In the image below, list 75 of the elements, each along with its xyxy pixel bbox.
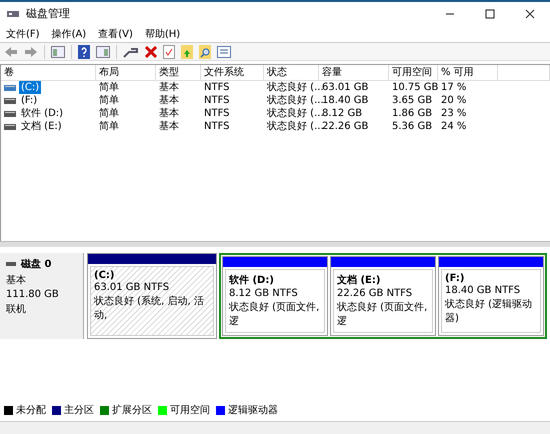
- table-cell-text: 简单: [98, 81, 120, 94]
- panel-icon[interactable]: [51, 46, 65, 58]
- partition-size: 8.12 GB NTFS: [229, 288, 299, 300]
- column-header[interactable]: % 可用: [438, 65, 498, 80]
- menu-item[interactable]: 操作(A): [52, 26, 86, 41]
- panel-icon[interactable]: [96, 46, 110, 58]
- legend-label: 逻辑驱动器: [228, 404, 278, 418]
- back-arrow-icon[interactable]: [4, 46, 18, 58]
- table-cell-text: 20 %: [440, 94, 468, 108]
- table-cell-text: 简单: [98, 107, 120, 120]
- volume-name[interactable]: 文档 (E:): [19, 120, 64, 134]
- partition-size: 18.40 GB NTFS: [445, 285, 522, 296]
- volume-name[interactable]: (C:): [19, 81, 42, 94]
- table-cell-text: NTFS: [203, 120, 231, 134]
- table-cell-text: 24 %: [440, 120, 468, 134]
- table-cell-text: 基本: [158, 94, 180, 108]
- table-cell-text: 5.36 GB: [391, 120, 434, 134]
- window-title: 磁盘管理: [26, 6, 70, 22]
- column-header[interactable]: 布局: [96, 65, 156, 80]
- column-header[interactable]: 卷: [1, 65, 96, 80]
- partition-block[interactable]: 文档 (E:) 22.26 GB NTFS 状态良好 (页面文件, 逻: [330, 256, 436, 336]
- partition-name: 文档 (E:): [337, 274, 382, 288]
- partition-size: 63.01 GB NTFS: [94, 282, 170, 294]
- partition-block[interactable]: (C:) 63.01 GB NTFS 状态良好 (系统, 启动, 活动,: [87, 253, 217, 340]
- partition-block[interactable]: (F:) 18.40 GB NTFS 状态良好 (逻辑驱动器): [438, 256, 544, 336]
- help-icon[interactable]: [78, 44, 90, 59]
- table-cell-text: NTFS: [203, 94, 231, 108]
- disk-status: 联机: [6, 302, 27, 316]
- table-cell-text: 简单: [98, 94, 120, 108]
- partition-status: 状态良好 (系统, 启动, 活动,: [94, 294, 205, 322]
- partition-block[interactable]: 软件 (D:) 8.12 GB NTFS 状态良好 (页面文件, 逻: [222, 256, 328, 336]
- menu-item[interactable]: 查看(V): [98, 26, 133, 41]
- table-cell-text: 基本: [158, 107, 180, 120]
- legend-label: 主分区: [64, 404, 94, 418]
- menu-item[interactable]: 帮助(H): [144, 26, 180, 41]
- menu-item[interactable]: 文件(F): [6, 26, 40, 41]
- table-cell-text: 23 %: [440, 107, 468, 120]
- drive-icon: [4, 84, 16, 91]
- table-cell-text: 10.75 GB: [391, 81, 438, 94]
- legend-label: 可用空间: [170, 404, 210, 418]
- partition-name: (F:): [445, 273, 466, 284]
- delete-icon[interactable]: [145, 46, 157, 58]
- table-cell-text: 3.65 GB: [391, 94, 434, 108]
- table-cell-text: 基本: [158, 120, 180, 134]
- table-cell-text: 简单: [98, 120, 120, 134]
- drive-icon: [4, 110, 16, 117]
- disk-name: 磁盘 0: [21, 258, 52, 272]
- column-header[interactable]: 文件系统: [201, 65, 264, 80]
- partition-name: (C:): [94, 270, 116, 282]
- disk-type: 基本: [6, 274, 27, 288]
- forward-arrow-icon[interactable]: [24, 46, 38, 58]
- disk-size: 111.80 GB: [6, 289, 60, 300]
- table-cell-text: 基本: [158, 81, 180, 94]
- drive-icon: [4, 98, 16, 104]
- table-cell-text: 17 %: [440, 81, 468, 94]
- column-header[interactable]: 状态: [264, 65, 319, 80]
- volume-name[interactable]: 软件 (D:): [19, 107, 66, 120]
- checklist-icon[interactable]: [163, 44, 175, 59]
- table-cell-text: NTFS: [203, 107, 231, 120]
- column-header[interactable]: 容量: [319, 65, 389, 80]
- partition-name: 软件 (D:): [229, 274, 275, 288]
- volume-name[interactable]: (F:): [19, 94, 40, 108]
- partition-size: 22.26 GB NTFS: [337, 288, 414, 300]
- partition-status: 状态良好 (页面文件, 逻: [229, 300, 320, 328]
- table-cell-text: 1.86 GB: [391, 107, 434, 120]
- list-icon[interactable]: [217, 46, 231, 58]
- legend-label: 未分配: [16, 404, 46, 418]
- legend-label: 扩展分区: [112, 404, 152, 418]
- folder-search-icon[interactable]: [199, 44, 211, 59]
- drive-icon: [4, 124, 16, 130]
- partition-status: 状态良好 (页面文件, 逻: [337, 300, 428, 328]
- partition-status: 状态良好 (逻辑驱动器): [445, 298, 534, 326]
- table-cell-text: NTFS: [203, 81, 231, 94]
- column-header[interactable]: 可用空间: [389, 65, 438, 80]
- column-header[interactable]: 类型: [156, 65, 201, 80]
